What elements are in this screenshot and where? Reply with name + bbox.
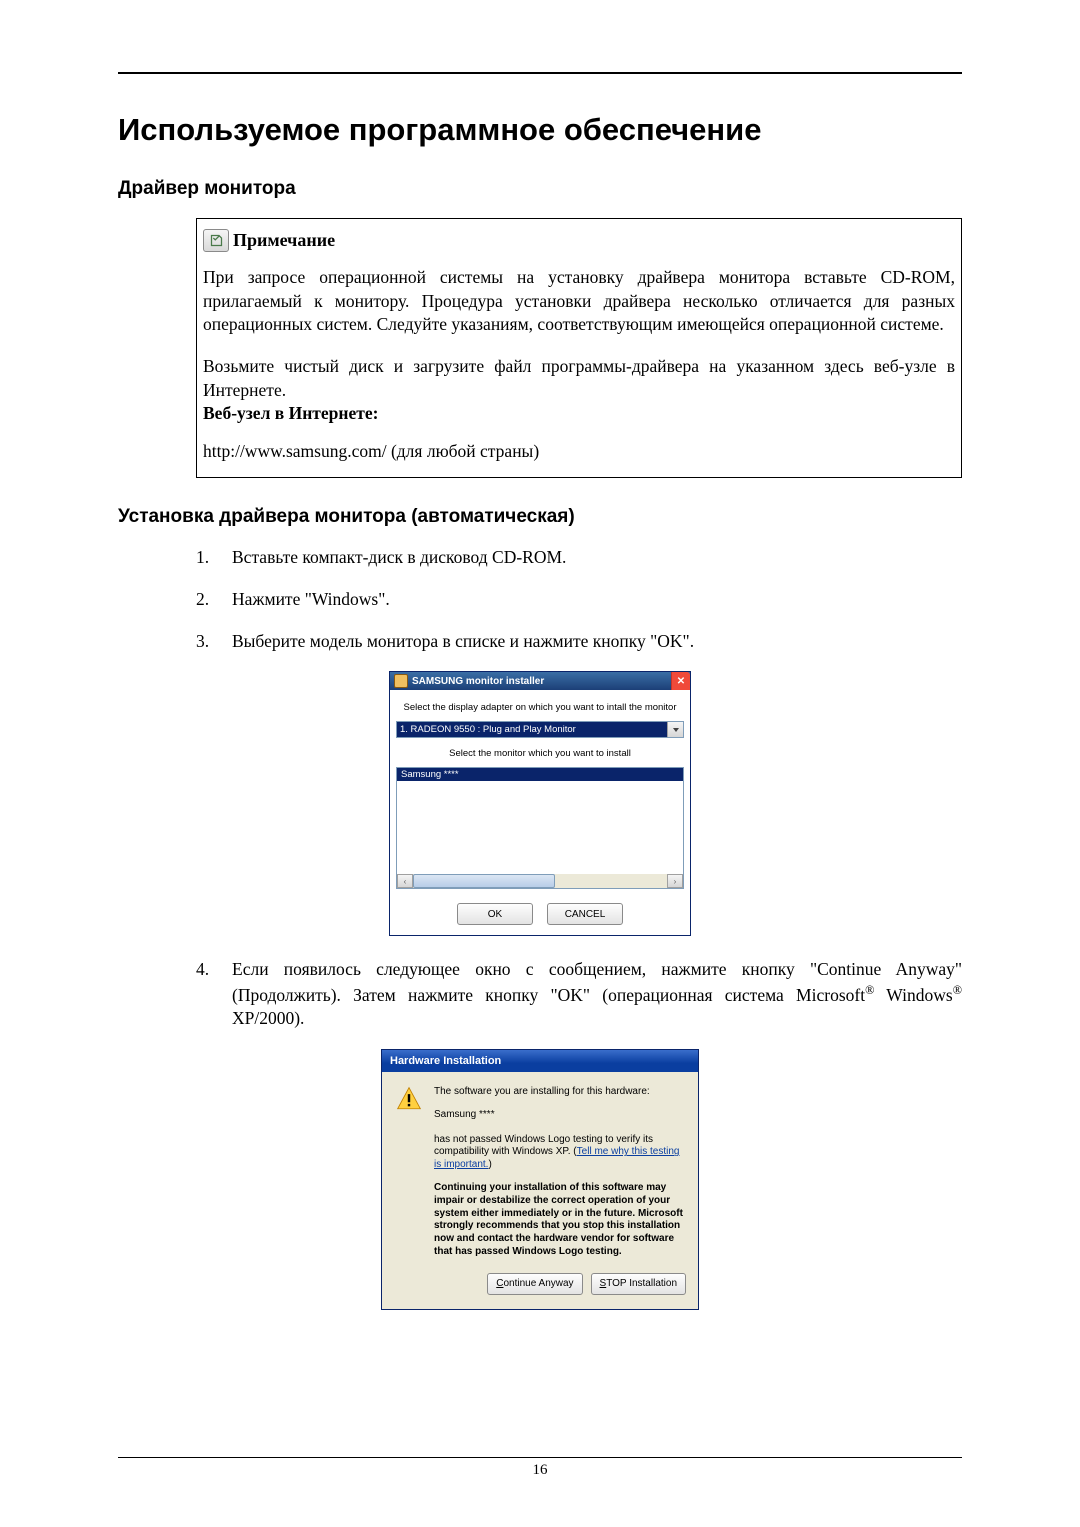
step-3: Выберите модель монитора в списке и нажм…: [196, 630, 962, 654]
hw-msg-name: Samsung ****: [434, 1109, 684, 1122]
note-head: Примечание: [203, 229, 955, 252]
adapter-combo[interactable]: 1. RADEON 9550 : Plug and Play Monitor: [396, 721, 684, 738]
step-4-text-c: XP/2000).: [232, 1008, 304, 1028]
warning-icon: [396, 1086, 422, 1112]
note-icon: [203, 229, 229, 252]
step-2: Нажмите "Windows".: [196, 588, 962, 612]
step-4-text-b: Windows: [874, 985, 952, 1005]
hw-msg-bold: Continuing your installation of this sof…: [434, 1182, 684, 1259]
scroll-left-icon[interactable]: ‹: [397, 874, 413, 888]
hardware-installation-dialog: Hardware Installation The software you a…: [381, 1049, 699, 1310]
hw-msg-compat: has not passed Windows Logo testing to v…: [434, 1134, 684, 1172]
note-label: Примечание: [233, 230, 335, 251]
step-1: Вставьте компакт-диск в дисковод CD-ROM.: [196, 546, 962, 570]
installer-title-text: SAMSUNG monitor installer: [412, 676, 544, 687]
registered-icon: ®: [865, 983, 874, 997]
stop-installation-button[interactable]: STOP Installation: [591, 1273, 686, 1295]
scroll-thumb[interactable]: [413, 874, 555, 888]
adapter-combo-value: 1. RADEON 9550 : Plug and Play Monitor: [397, 724, 667, 735]
page-footer: 16: [118, 1457, 962, 1479]
hardware-titlebar: Hardware Installation: [382, 1050, 698, 1072]
step-4-text-a: Если появилось следующее окно с сообщени…: [232, 959, 962, 1004]
installer-label-adapter: Select the display adapter on which you …: [396, 702, 684, 713]
monitor-list[interactable]: Samsung **** ‹ ›: [396, 767, 684, 889]
installer-titlebar: SAMSUNG monitor installer ✕: [390, 672, 690, 690]
close-icon[interactable]: ✕: [671, 672, 690, 690]
hardware-title-text: Hardware Installation: [390, 1055, 501, 1067]
steps-list: Вставьте компакт-диск в дисковод CD-ROM.…: [118, 546, 962, 653]
note-url: http://www.samsung.com/ (для любой стран…: [203, 440, 955, 464]
page-top-rule: [118, 72, 962, 74]
horizontal-scrollbar[interactable]: ‹ ›: [397, 874, 683, 888]
hardware-dialog-content: The software you are installing for this…: [382, 1072, 698, 1267]
samsung-installer-dialog: SAMSUNG monitor installer ✕ Select the d…: [389, 671, 691, 936]
installer-button-row: OK CANCEL: [396, 903, 684, 925]
continue-anyway-button[interactable]: Continue Anyway: [487, 1273, 582, 1295]
document-page: Используемое программное обеспечение Дра…: [0, 0, 1080, 1527]
page-title: Используемое программное обеспечение: [118, 112, 962, 148]
installer-app-icon: [394, 674, 408, 688]
chevron-down-icon[interactable]: [667, 722, 683, 737]
steps-list-continued: Если появилось следующее окно с сообщени…: [118, 958, 962, 1031]
monitor-list-item[interactable]: Samsung ****: [397, 768, 683, 781]
installer-body: Select the display adapter on which you …: [390, 690, 690, 935]
note-paragraph-1: При запросе операционной системы на уста…: [203, 266, 955, 337]
installer-label-monitor: Select the monitor which you want to ins…: [396, 748, 684, 759]
note-website-label: Веб-узел в Интернете:: [203, 403, 378, 423]
cancel-button[interactable]: CANCEL: [547, 903, 623, 925]
ok-button[interactable]: OK: [457, 903, 533, 925]
note-box: Примечание При запросе операционной сист…: [196, 218, 962, 478]
scroll-right-icon[interactable]: ›: [667, 874, 683, 888]
section-driver-title: Драйвер монитора: [118, 178, 962, 200]
note-paragraph-2: Возьмите чистый диск и загрузите файл пр…: [203, 355, 955, 402]
installer-dialog-wrap: SAMSUNG monitor installer ✕ Select the d…: [118, 671, 962, 936]
hardware-message: The software you are installing for this…: [434, 1086, 684, 1259]
hardware-button-row: Continue Anyway STOP Installation: [382, 1267, 698, 1309]
registered-icon: ®: [953, 983, 962, 997]
page-number: 16: [533, 1462, 548, 1478]
hw-msg-lead: The software you are installing for this…: [434, 1086, 684, 1099]
hardware-dialog-wrap: Hardware Installation The software you a…: [118, 1049, 962, 1310]
section-install-title: Установка драйвера монитора (автоматичес…: [118, 506, 962, 528]
scroll-track[interactable]: [413, 874, 667, 888]
step-4: Если появилось следующее окно с сообщени…: [196, 958, 962, 1031]
